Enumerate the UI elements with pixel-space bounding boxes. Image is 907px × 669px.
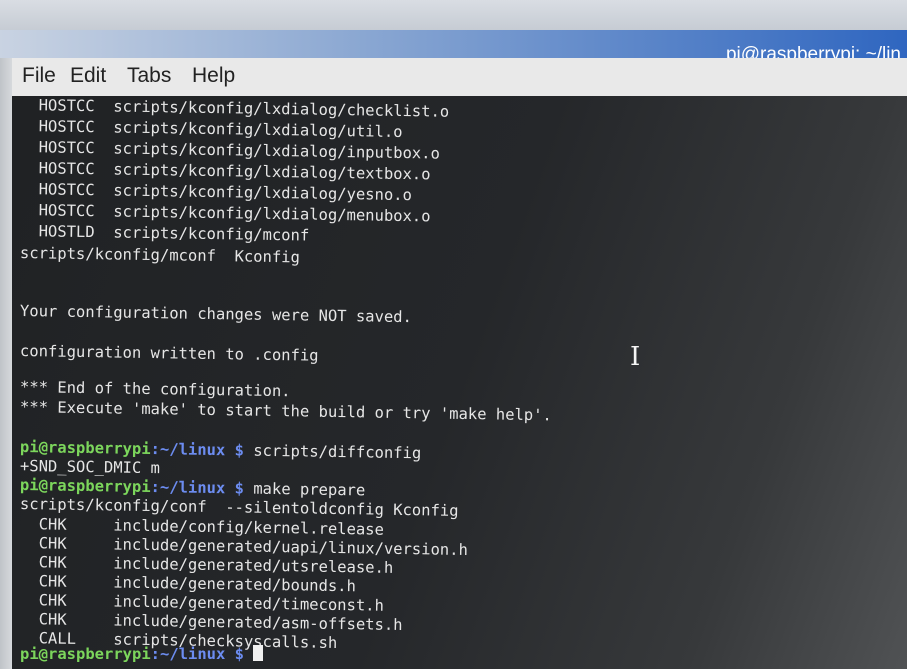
screen-bezel-left [0, 58, 12, 669]
terminal-line: *** End of the configuration. [19, 378, 291, 401]
terminal-prompt-line: pi@raspberrypi:~/linux $ [20, 645, 264, 663]
menu-file[interactable]: File [22, 64, 56, 88]
prompt-command: make prepare [253, 479, 366, 500]
window-titlebar[interactable]: pi@raspberrypi: ~/lin [0, 30, 907, 65]
menu-edit[interactable]: Edit [70, 64, 106, 88]
terminal-line: configuration written to .config [19, 342, 319, 365]
prompt-user: pi@raspberrypi [19, 476, 151, 497]
prompt-user: pi@raspberrypi [19, 438, 151, 459]
prompt-path: :~/linux $ [150, 478, 245, 498]
terminal-line: HOSTCC scripts/kconfig/lxdialog/menubox.… [19, 201, 431, 226]
screen-bezel-top [0, 0, 907, 30]
menu-help[interactable]: Help [192, 64, 235, 88]
terminal-line: +SND_SOC_DMIC m [19, 457, 161, 478]
terminal-output[interactable]: HOSTCC scripts/kconfig/lxdialog/checklis… [12, 96, 907, 669]
terminal-line: scripts/kconfig/mconf Kconfig [19, 244, 301, 267]
terminal-line: HOSTCC scripts/kconfig/lxdialog/textbox.… [19, 159, 431, 184]
ibeam-cursor-icon: I [630, 342, 641, 372]
terminal-line: *** Execute 'make' to start the build or… [19, 398, 552, 425]
menu-bar: File Edit Tabs Help [12, 58, 907, 96]
terminal-line: HOSTCC scripts/kconfig/lxdialog/yesno.o [19, 180, 413, 205]
terminal-line: HOSTCC scripts/kconfig/lxdialog/inputbox… [19, 138, 441, 163]
prompt-user: pi@raspberrypi [20, 645, 151, 663]
terminal-line: HOSTLD scripts/kconfig/mconf [19, 222, 310, 245]
text-cursor [253, 645, 264, 661]
menu-tabs[interactable]: Tabs [127, 64, 171, 88]
terminal-line: HOSTCC scripts/kconfig/lxdialog/util.o [19, 117, 403, 142]
prompt-path: :~/linux $ [150, 440, 245, 460]
terminal-line: Your configuration changes were NOT save… [19, 302, 413, 327]
prompt-command: scripts/diffconfig [253, 441, 422, 463]
prompt-path: :~/linux $ [150, 645, 244, 663]
